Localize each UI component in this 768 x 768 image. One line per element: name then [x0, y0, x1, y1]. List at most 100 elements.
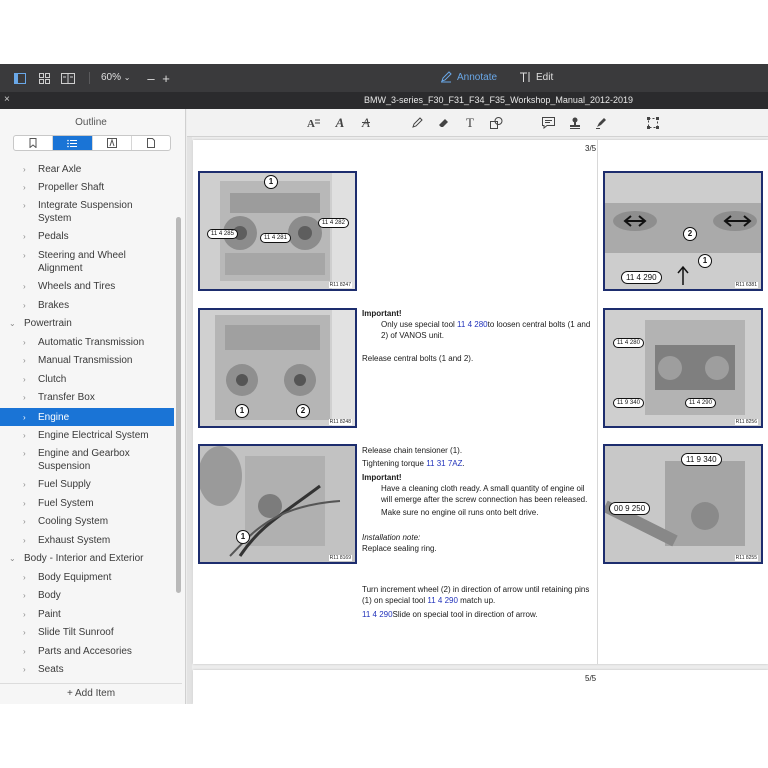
outline-item-label: Engine Electrical System: [38, 430, 149, 441]
scrollbar-thumb[interactable]: [176, 217, 181, 593]
chevron-right-icon: ›: [23, 591, 26, 600]
engine-illustration: [200, 310, 355, 426]
outline-item[interactable]: › Fuel Supply: [0, 477, 174, 492]
close-icon[interactable]: ×: [4, 94, 10, 105]
instruction-important-1: Important!: [362, 308, 592, 319]
outline-item-selected[interactable]: › Engine: [0, 408, 174, 426]
important-label: Important!: [362, 309, 402, 318]
outline-tab[interactable]: [53, 136, 93, 150]
outline-item[interactable]: › Cooling System: [0, 514, 174, 529]
instruction-text-b: Slide on special tool in direction of ar…: [392, 610, 538, 619]
callout-1: 1: [236, 530, 250, 544]
instruction-text: Turn increment wheel (2) in direction of…: [362, 584, 592, 606]
zoom-value: 60%: [101, 72, 122, 83]
outline-item-label: Propeller Shaft: [38, 182, 105, 193]
chevron-right-icon: ›: [23, 393, 26, 402]
tool-link[interactable]: 11 4 290: [427, 596, 458, 605]
outline-item[interactable]: › Seats: [0, 662, 174, 677]
tool-link[interactable]: 11 4 290: [362, 610, 393, 619]
outline-item-label: Engine and Gearbox Suspension: [38, 448, 130, 472]
page-ruler: [187, 137, 192, 704]
annotations-tab[interactable]: [93, 136, 132, 150]
chevron-right-icon: ›: [23, 573, 26, 582]
zoom-in-icon[interactable]: +: [159, 71, 173, 86]
zoom-out-icon[interactable]: –: [144, 71, 158, 86]
document-title: BMW_3-series_F30_F31_F34_F35_Workshop_Ma…: [364, 95, 633, 105]
page-layout-icon[interactable]: [61, 71, 75, 85]
signature-icon[interactable]: [594, 116, 608, 130]
instruction-text-a: Only use special tool: [381, 320, 458, 329]
outline-item[interactable]: › Engine and Gearbox Suspension: [0, 446, 174, 474]
outline-item[interactable]: › Paint: [0, 607, 174, 622]
grid-view-icon[interactable]: [37, 71, 51, 85]
outline-item[interactable]: › Exhaust System: [0, 533, 174, 548]
outline-item[interactable]: › Slide Tilt Sunroof: [0, 625, 174, 640]
instruction-text-a: Tightening torque: [362, 459, 427, 468]
bookmark-tab[interactable]: [14, 136, 54, 150]
sidebar-toggle-icon[interactable]: [13, 71, 27, 85]
comment-icon[interactable]: [541, 116, 555, 130]
outline-group[interactable]: ⌄ Body - Interior and Exterior: [0, 551, 174, 566]
pdf-viewer-app: 60% ⌄ – + Annotate Edit × BMW_3-series_F…: [0, 64, 768, 704]
edit-mode-button[interactable]: Edit: [519, 71, 553, 83]
outline-item[interactable]: › Manual Transmission: [0, 353, 174, 368]
selection-tool-icon[interactable]: [646, 116, 660, 130]
outline-item-label: Fuel System: [38, 498, 94, 509]
outline-item[interactable]: › Rear Axle: [0, 162, 174, 177]
page-number: 5/5: [585, 674, 597, 683]
outline-item-label: Rear Axle: [38, 164, 82, 175]
highlight-text-icon[interactable]: A: [333, 115, 347, 130]
outline-item[interactable]: › Automatic Transmission: [0, 335, 174, 350]
outline-sidebar: Outline › Rear Axle › Propeller Shaft › Int…: [0, 109, 186, 704]
outline-item[interactable]: › Pedals: [0, 229, 174, 244]
chevron-down-icon: ⌄: [9, 319, 16, 328]
outline-item[interactable]: › Parts and Accesories: [0, 644, 174, 659]
outline-item[interactable]: › Integrate Suspension System: [0, 198, 174, 226]
add-item-button[interactable]: + Add Item: [0, 683, 182, 703]
stamp-icon[interactable]: [568, 116, 582, 130]
instruction-text: Release central bolts (1 and 2).: [362, 354, 474, 363]
annotate-mode-button[interactable]: Annotate: [440, 71, 497, 83]
shapes-icon[interactable]: [489, 116, 503, 130]
outline-item[interactable]: › Body Equipment: [0, 570, 174, 585]
outline-item[interactable]: › Clutch: [0, 372, 174, 387]
outline-item[interactable]: › Propeller Shaft: [0, 180, 174, 195]
outline-item[interactable]: › Wheels and Tires: [0, 279, 174, 294]
instruction-important-2: Important!: [362, 472, 592, 483]
chevron-right-icon: ›: [23, 282, 26, 291]
torque-link[interactable]: 11 31 7AZ: [426, 459, 462, 468]
outline-item[interactable]: › Brakes: [0, 298, 174, 313]
sidebar-view-switcher: [13, 135, 171, 151]
outline-item-label: Body Equipment: [38, 572, 112, 583]
outline-item[interactable]: › Steering and Wheel Alignment: [0, 248, 174, 276]
figure-ref: R11 8256: [734, 419, 758, 425]
tool-link[interactable]: 11 4 280: [457, 320, 488, 329]
text-box-icon[interactable]: T: [463, 115, 477, 130]
outline-item[interactable]: › Transfer Box: [0, 390, 174, 405]
text-style-icon[interactable]: A: [306, 116, 320, 130]
outline-item[interactable]: › Body: [0, 588, 174, 603]
chevron-right-icon: ›: [23, 232, 26, 241]
figure-ref: R11 8247: [328, 282, 352, 288]
outline-item[interactable]: › Engine Electrical System: [0, 428, 174, 443]
strikethrough-icon[interactable]: A: [359, 115, 373, 130]
column-divider: [597, 140, 598, 664]
edit-label: Edit: [536, 71, 554, 83]
page-number: 3/5: [585, 144, 597, 153]
figure-central-bolts: 1 2 R11 8248: [198, 308, 357, 428]
engine-illustration: [605, 310, 761, 426]
outline-item[interactable]: › Fuel System: [0, 496, 174, 511]
outline-item-label: Exhaust System: [38, 535, 111, 546]
tool-tag: 00 9 250: [609, 502, 651, 515]
sidebar-scrollbar[interactable]: [175, 157, 183, 681]
outline-item-label: Slide Tilt Sunroof: [38, 627, 114, 638]
pencil-icon[interactable]: [410, 116, 424, 130]
figure-chain-tensioner: 1 R11 8169: [198, 444, 357, 564]
pages-tab[interactable]: [132, 136, 170, 150]
outline-group[interactable]: ⌄ Powertrain: [0, 316, 174, 331]
outline-group-label: Powertrain: [24, 318, 72, 329]
engine-illustration: [200, 446, 355, 562]
page-icon: [146, 138, 155, 148]
zoom-dropdown[interactable]: 60% ⌄: [101, 72, 131, 83]
eraser-icon[interactable]: [437, 116, 451, 130]
